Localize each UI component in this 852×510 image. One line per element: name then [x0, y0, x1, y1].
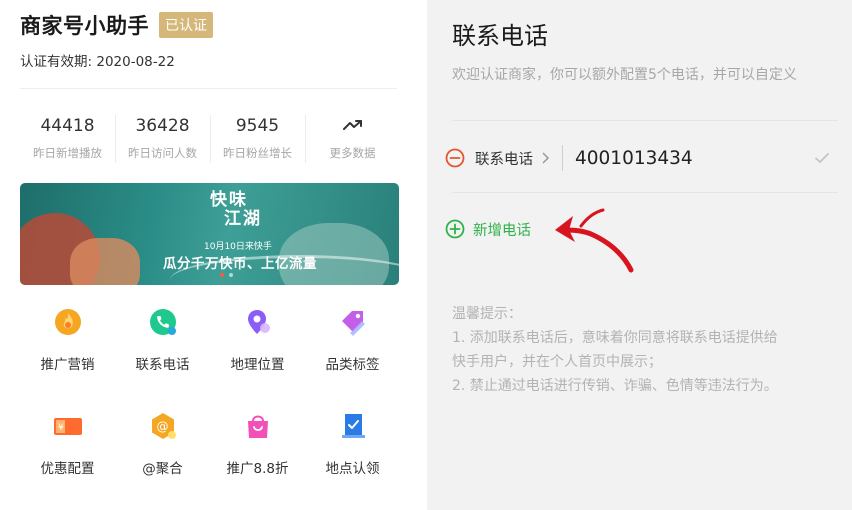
shopping-bag-icon [241, 409, 275, 443]
stat-value: 9545 [235, 116, 280, 136]
banner-logo-line: 江湖 [224, 209, 262, 229]
feature-promotion[interactable]: 推广营销 [20, 305, 115, 409]
phone-number-input[interactable]: 4001013434 [575, 148, 814, 169]
building-icon [336, 409, 370, 443]
check-icon [814, 152, 830, 164]
shop-header: 商家号小助手 已认证 [20, 10, 213, 40]
banner-decoration [70, 238, 140, 285]
page-title: 商家号小助手 [20, 14, 149, 38]
trend-icon [342, 120, 362, 130]
phone-entry-row: 联系电话 4001013434 [445, 140, 838, 176]
feature-label: 品类标签 [325, 357, 380, 373]
banner-date: 10月10日来快手 [204, 242, 272, 252]
banner-logo-line: 快味 [210, 190, 248, 210]
assistant-panel: 商家号小助手 已认证 认证有效期: 2020-08-22 44418 昨日新增播… [0, 0, 427, 510]
chevron-right-icon[interactable] [541, 151, 550, 165]
stat-visitors[interactable]: 36428 昨日访问人数 [115, 113, 210, 167]
page-title: 联系电话 [452, 22, 548, 50]
fire-icon [51, 305, 85, 339]
feature-row: 推广营销 联系电话 地理位置 品类标签 [20, 305, 400, 409]
stat-new-plays[interactable]: 44418 昨日新增播放 [20, 113, 115, 167]
feature-label: 推广营销 [40, 357, 95, 373]
feature-grid: 推广营销 联系电话 地理位置 品类标签 ¥ 优惠配置 @ @聚合 推广8.8折 … [20, 305, 400, 510]
divider [452, 192, 838, 193]
svg-text:¥: ¥ [58, 423, 64, 433]
feature-label: 联系电话 [135, 357, 190, 373]
feature-contact-phone[interactable]: 联系电话 [115, 305, 210, 409]
phone-icon [146, 305, 180, 339]
feature-label: @聚合 [142, 461, 183, 477]
stat-fans-growth[interactable]: 9545 昨日粉丝增长 [210, 113, 305, 167]
svg-text:@: @ [156, 420, 168, 434]
verified-badge: 已认证 [159, 12, 213, 38]
feature-location[interactable]: 地理位置 [210, 305, 305, 409]
divider [20, 88, 397, 89]
feature-label: 地理位置 [230, 357, 285, 373]
tips-title: 温馨提示： [452, 306, 522, 322]
stat-label: 昨日新增播放 [33, 146, 102, 160]
stat-label: 更多数据 [329, 146, 376, 160]
feature-label: 推广8.8折 [226, 461, 289, 477]
validity-text: 认证有效期: 2020-08-22 [20, 50, 175, 70]
validity-label: 认证有效期: [20, 54, 93, 70]
tip-text: 快手用户，并在个人首页中展示； [452, 354, 662, 370]
carousel-dot[interactable] [220, 273, 224, 277]
stat-value: 36428 [135, 116, 190, 136]
feature-claim-location[interactable]: 地点认领 [305, 409, 400, 510]
contact-phone-panel: 联系电话 欢迎认证商家，你可以额外配置5个电话，并可以自定义 联系电话 4001… [427, 0, 852, 510]
phone-type-label[interactable]: 联系电话 [475, 148, 533, 169]
tip-text: 2. 禁止通过电话进行传销、诈骗、色情等违法行为。 [452, 378, 778, 394]
divider [562, 145, 563, 171]
stat-label: 昨日访问人数 [128, 146, 197, 160]
feature-label: 优惠配置 [40, 461, 95, 477]
validity-date: 2020-08-22 [96, 54, 175, 70]
coupon-icon: ¥ [51, 409, 85, 443]
divider [452, 120, 838, 121]
feature-label: 地点认领 [325, 461, 380, 477]
add-phone-label: 新增电话 [473, 222, 531, 239]
tip-text: 1. 添加联系电话后，意味着你同意将联系电话提供给 [452, 330, 778, 346]
feature-promo-discount[interactable]: 推广8.8折 [210, 409, 305, 510]
feature-at-aggregation[interactable]: @ @聚合 [115, 409, 210, 510]
tips-section: 温馨提示： 1. 添加联系电话后，意味着你同意将联系电话提供给 快手用户，并在个… [452, 302, 842, 398]
add-phone-button[interactable]: 新增电话 [445, 216, 531, 242]
carousel-dot[interactable] [229, 273, 233, 277]
stat-label: 昨日粉丝增长 [223, 146, 292, 160]
promo-banner[interactable]: 快味 江湖 10月10日来快手 瓜分千万快币、上亿流量 [20, 183, 399, 285]
location-pin-icon [241, 305, 275, 339]
tag-icon [336, 305, 370, 339]
carousel-dots [220, 273, 233, 277]
more-data-button[interactable]: 更多数据 [305, 113, 400, 167]
red-arrow-annotation-icon [555, 208, 634, 273]
stat-value: 44418 [40, 116, 95, 136]
remove-phone-icon[interactable] [445, 148, 465, 168]
banner-slogan: 瓜分千万快币、上亿流量 [163, 256, 317, 272]
feature-category-tag[interactable]: 品类标签 [305, 305, 400, 409]
plus-circle-icon [445, 219, 465, 239]
at-icon: @ [146, 409, 180, 443]
stats-row: 44418 昨日新增播放 36428 昨日访问人数 9545 昨日粉丝增长 更多… [20, 113, 400, 167]
description-text: 欢迎认证商家，你可以额外配置5个电话，并可以自定义 [452, 67, 797, 83]
feature-discount[interactable]: ¥ 优惠配置 [20, 409, 115, 510]
banner-logo-text: 快味 江湖 [210, 191, 262, 229]
feature-row: ¥ 优惠配置 @ @聚合 推广8.8折 地点认领 [20, 409, 400, 510]
